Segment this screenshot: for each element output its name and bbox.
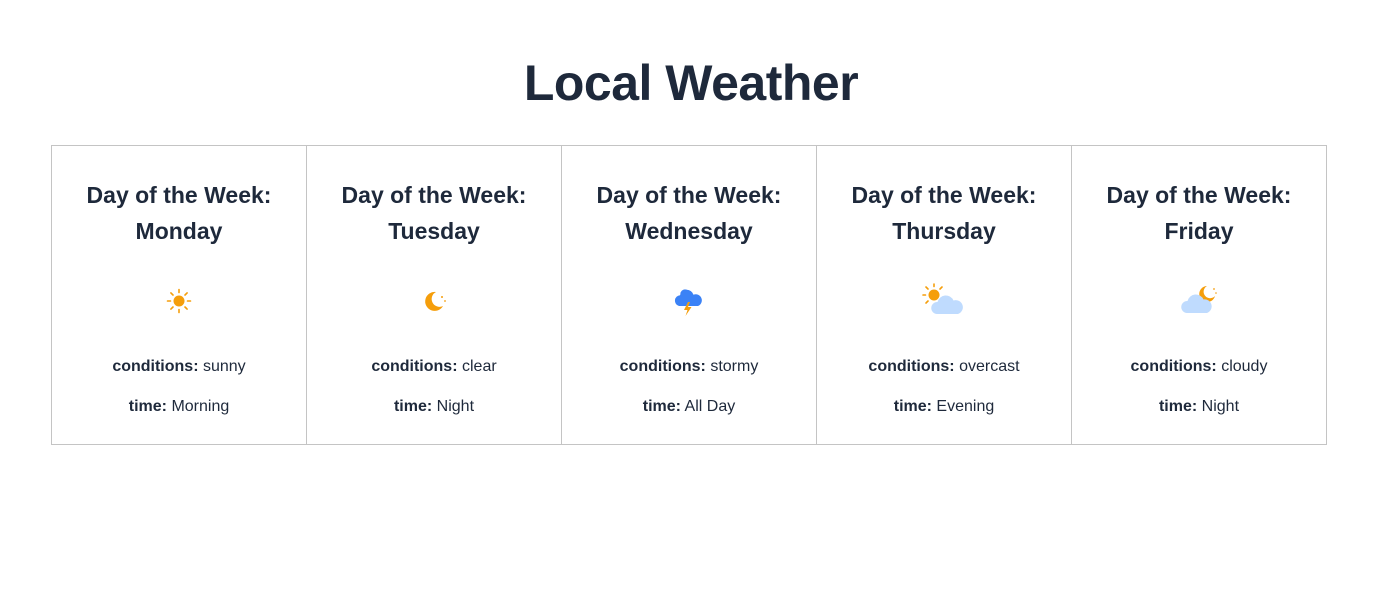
day-heading: Day of the Week: Monday — [52, 177, 306, 249]
conditions-value: clear — [461, 358, 497, 375]
conditions-label: conditions: — [371, 358, 458, 375]
day-name: Monday — [135, 218, 223, 244]
time-row: time: All Day — [562, 397, 816, 417]
conditions-label: conditions: — [619, 358, 706, 375]
time-row: time: Evening — [817, 397, 1071, 417]
time-value: Evening — [936, 398, 995, 415]
time-label: time: — [1158, 398, 1198, 415]
weather-cards: Day of the Week: Monday conditions: sunn… — [51, 145, 1331, 445]
day-heading-label: Day of the Week: — [341, 182, 527, 208]
moon-icon — [425, 291, 446, 311]
conditions-row: conditions: overcast — [817, 357, 1071, 377]
conditions-label: conditions: — [112, 358, 199, 375]
time-label: time: — [893, 398, 932, 415]
day-name: Friday — [1164, 218, 1234, 244]
conditions-row: conditions: cloudy — [1072, 357, 1326, 377]
day-heading-label: Day of the Week: — [596, 182, 782, 208]
day-heading: Day of the Week: Friday — [1072, 177, 1326, 249]
conditions-row: conditions: clear — [307, 357, 561, 377]
time-row: time: Night — [1072, 397, 1326, 417]
conditions-value: cloudy — [1221, 358, 1268, 375]
conditions-label: conditions: — [1130, 358, 1217, 375]
conditions-row: conditions: sunny — [52, 357, 306, 377]
weather-card-wednesday: Day of the Week: Wednesday conditions: s… — [561, 145, 817, 445]
page-title: Local Weather — [523, 55, 859, 111]
time-label: time: — [642, 398, 681, 415]
day-heading-label: Day of the Week: — [851, 182, 1037, 208]
day-heading: Day of the Week: Wednesday — [562, 177, 816, 249]
sun-behind-cloud-icon — [922, 283, 963, 314]
conditions-value: overcast — [959, 358, 1020, 375]
day-heading-label: Day of the Week: — [1106, 182, 1292, 208]
time-value: Night — [436, 398, 475, 415]
conditions-value: sunny — [202, 358, 246, 375]
time-label: time: — [393, 398, 433, 415]
day-heading: Day of the Week: Tuesday — [307, 177, 561, 249]
time-row: time: Morning — [52, 397, 306, 417]
time-value: Night — [1201, 398, 1240, 415]
weather-card-thursday: Day of the Week: Thursday conditions: ov… — [816, 145, 1072, 445]
time-row: time: Night — [307, 397, 561, 417]
conditions-row: conditions: stormy — [562, 357, 816, 377]
time-value: Morning — [171, 398, 230, 415]
weather-card-friday: Day of the Week: Friday conditions: clou… — [1071, 145, 1327, 445]
weather-card-tuesday: Day of the Week: Tuesday conditions: cle… — [306, 145, 562, 445]
conditions-label: conditions: — [868, 358, 955, 375]
day-name: Wednesday — [625, 218, 753, 244]
time-value: All Day — [684, 398, 736, 415]
time-label: time: — [128, 398, 167, 415]
day-heading-label: Day of the Week: — [86, 182, 272, 208]
day-heading: Day of the Week: Thursday — [817, 177, 1071, 249]
conditions-value: stormy — [710, 358, 759, 375]
moon-behind-cloud-icon — [1181, 286, 1217, 313]
weather-card-monday: Day of the Week: Monday conditions: sunn… — [51, 145, 307, 445]
day-name: Thursday — [892, 218, 996, 244]
day-name: Tuesday — [388, 218, 480, 244]
thunderstorm-icon — [674, 289, 702, 316]
sun-icon — [166, 288, 192, 314]
